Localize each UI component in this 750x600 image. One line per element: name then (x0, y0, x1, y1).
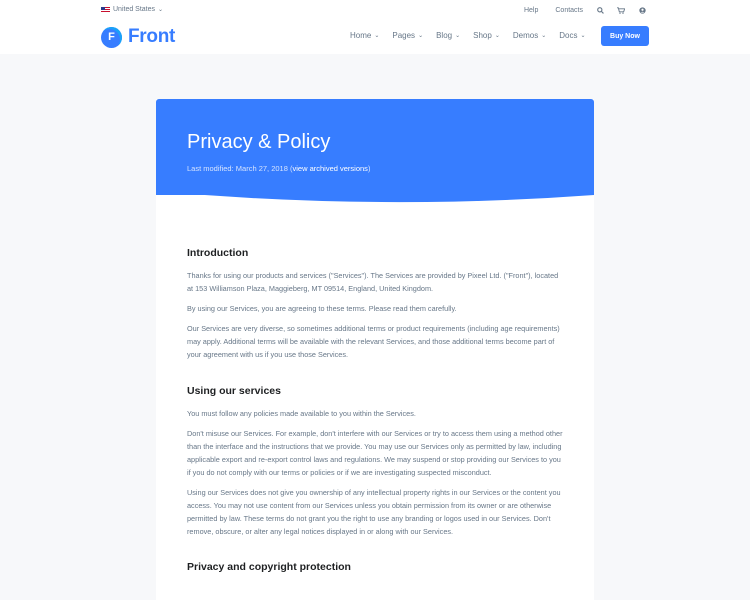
chevron-down-icon: ⌄ (580, 33, 586, 39)
chevron-down-icon: ⌄ (418, 33, 424, 39)
brand-logo[interactable]: F Front (101, 26, 175, 48)
chevron-down-icon: ⌄ (455, 33, 461, 39)
paragraph: You must follow any policies made availa… (187, 409, 416, 418)
archived-versions-link[interactable]: view archived versions (292, 164, 367, 173)
chevron-down-icon: ⌄ (158, 7, 164, 13)
nav-item-home[interactable]: Home ⌄ (350, 31, 379, 40)
nav-item-shop[interactable]: Shop ⌄ (473, 31, 500, 40)
paragraph: By using our Services, you are agreeing … (187, 304, 457, 313)
brand-name: Front (128, 26, 176, 47)
page-title: Privacy & Policy (187, 131, 331, 153)
paragraph: Don't misuse our Services. For example, … (187, 429, 563, 477)
section-title-privacy-copyright: Privacy and copyright protection (187, 561, 351, 573)
paragraph: Our Services are very diverse, so someti… (187, 324, 560, 359)
chevron-down-icon: ⌄ (541, 33, 547, 39)
site-header: United States ⌄ Help Contacts F Front Ho… (0, 0, 750, 54)
last-modified: Last modified: March 27, 2018 (view arch… (187, 164, 370, 173)
section-title-using-services: Using our services (187, 385, 281, 397)
nav-label: Home (350, 31, 372, 40)
contacts-link[interactable]: Contacts (555, 7, 583, 14)
nav-label: Shop (473, 31, 492, 40)
nav-item-docs[interactable]: Docs ⌄ (559, 31, 585, 40)
policy-card: Privacy & Policy Last modified: March 27… (156, 99, 594, 600)
last-modified-text: Last modified: March 27, 2018 ( (187, 164, 293, 173)
nav-label: Demos (512, 31, 539, 40)
cart-icon[interactable] (617, 6, 625, 14)
hero-banner: Privacy & Policy Last modified: March 27… (156, 99, 594, 195)
nav-item-demos[interactable]: Demos ⌄ (513, 31, 546, 40)
nav-item-blog[interactable]: Blog ⌄ (436, 31, 460, 40)
buy-now-button[interactable]: Buy Now (601, 26, 649, 46)
user-icon[interactable] (638, 6, 646, 14)
language-selector[interactable]: United States ⌄ (101, 6, 163, 13)
nav-label: Pages (392, 31, 416, 40)
search-icon[interactable] (596, 6, 604, 14)
nav-item-pages[interactable]: Pages ⌄ (392, 31, 423, 40)
help-link[interactable]: Help (524, 7, 538, 14)
main-nav: Home ⌄ Pages ⌄ Blog ⌄ Shop ⌄ Demos ⌄ Docs ⌄ (350, 31, 599, 40)
chevron-down-icon: ⌄ (494, 33, 500, 39)
nav-label: Blog (436, 31, 453, 40)
last-modified-suffix: ) (367, 164, 371, 173)
logo-icon: F (101, 26, 122, 48)
hero-wave-divider (156, 187, 594, 203)
paragraph: Thanks for using our products and servic… (187, 271, 559, 293)
topbar-links: Help Contacts (507, 6, 646, 14)
policy-content: Introduction Thanks for using our produc… (187, 247, 563, 583)
paragraph: Using our Services does not give you own… (187, 488, 561, 536)
us-flag-icon (101, 6, 110, 13)
nav-label: Docs (559, 31, 578, 40)
section-title-introduction: Introduction (187, 247, 249, 259)
language-label: United States (113, 6, 156, 13)
chevron-down-icon: ⌄ (374, 33, 380, 39)
